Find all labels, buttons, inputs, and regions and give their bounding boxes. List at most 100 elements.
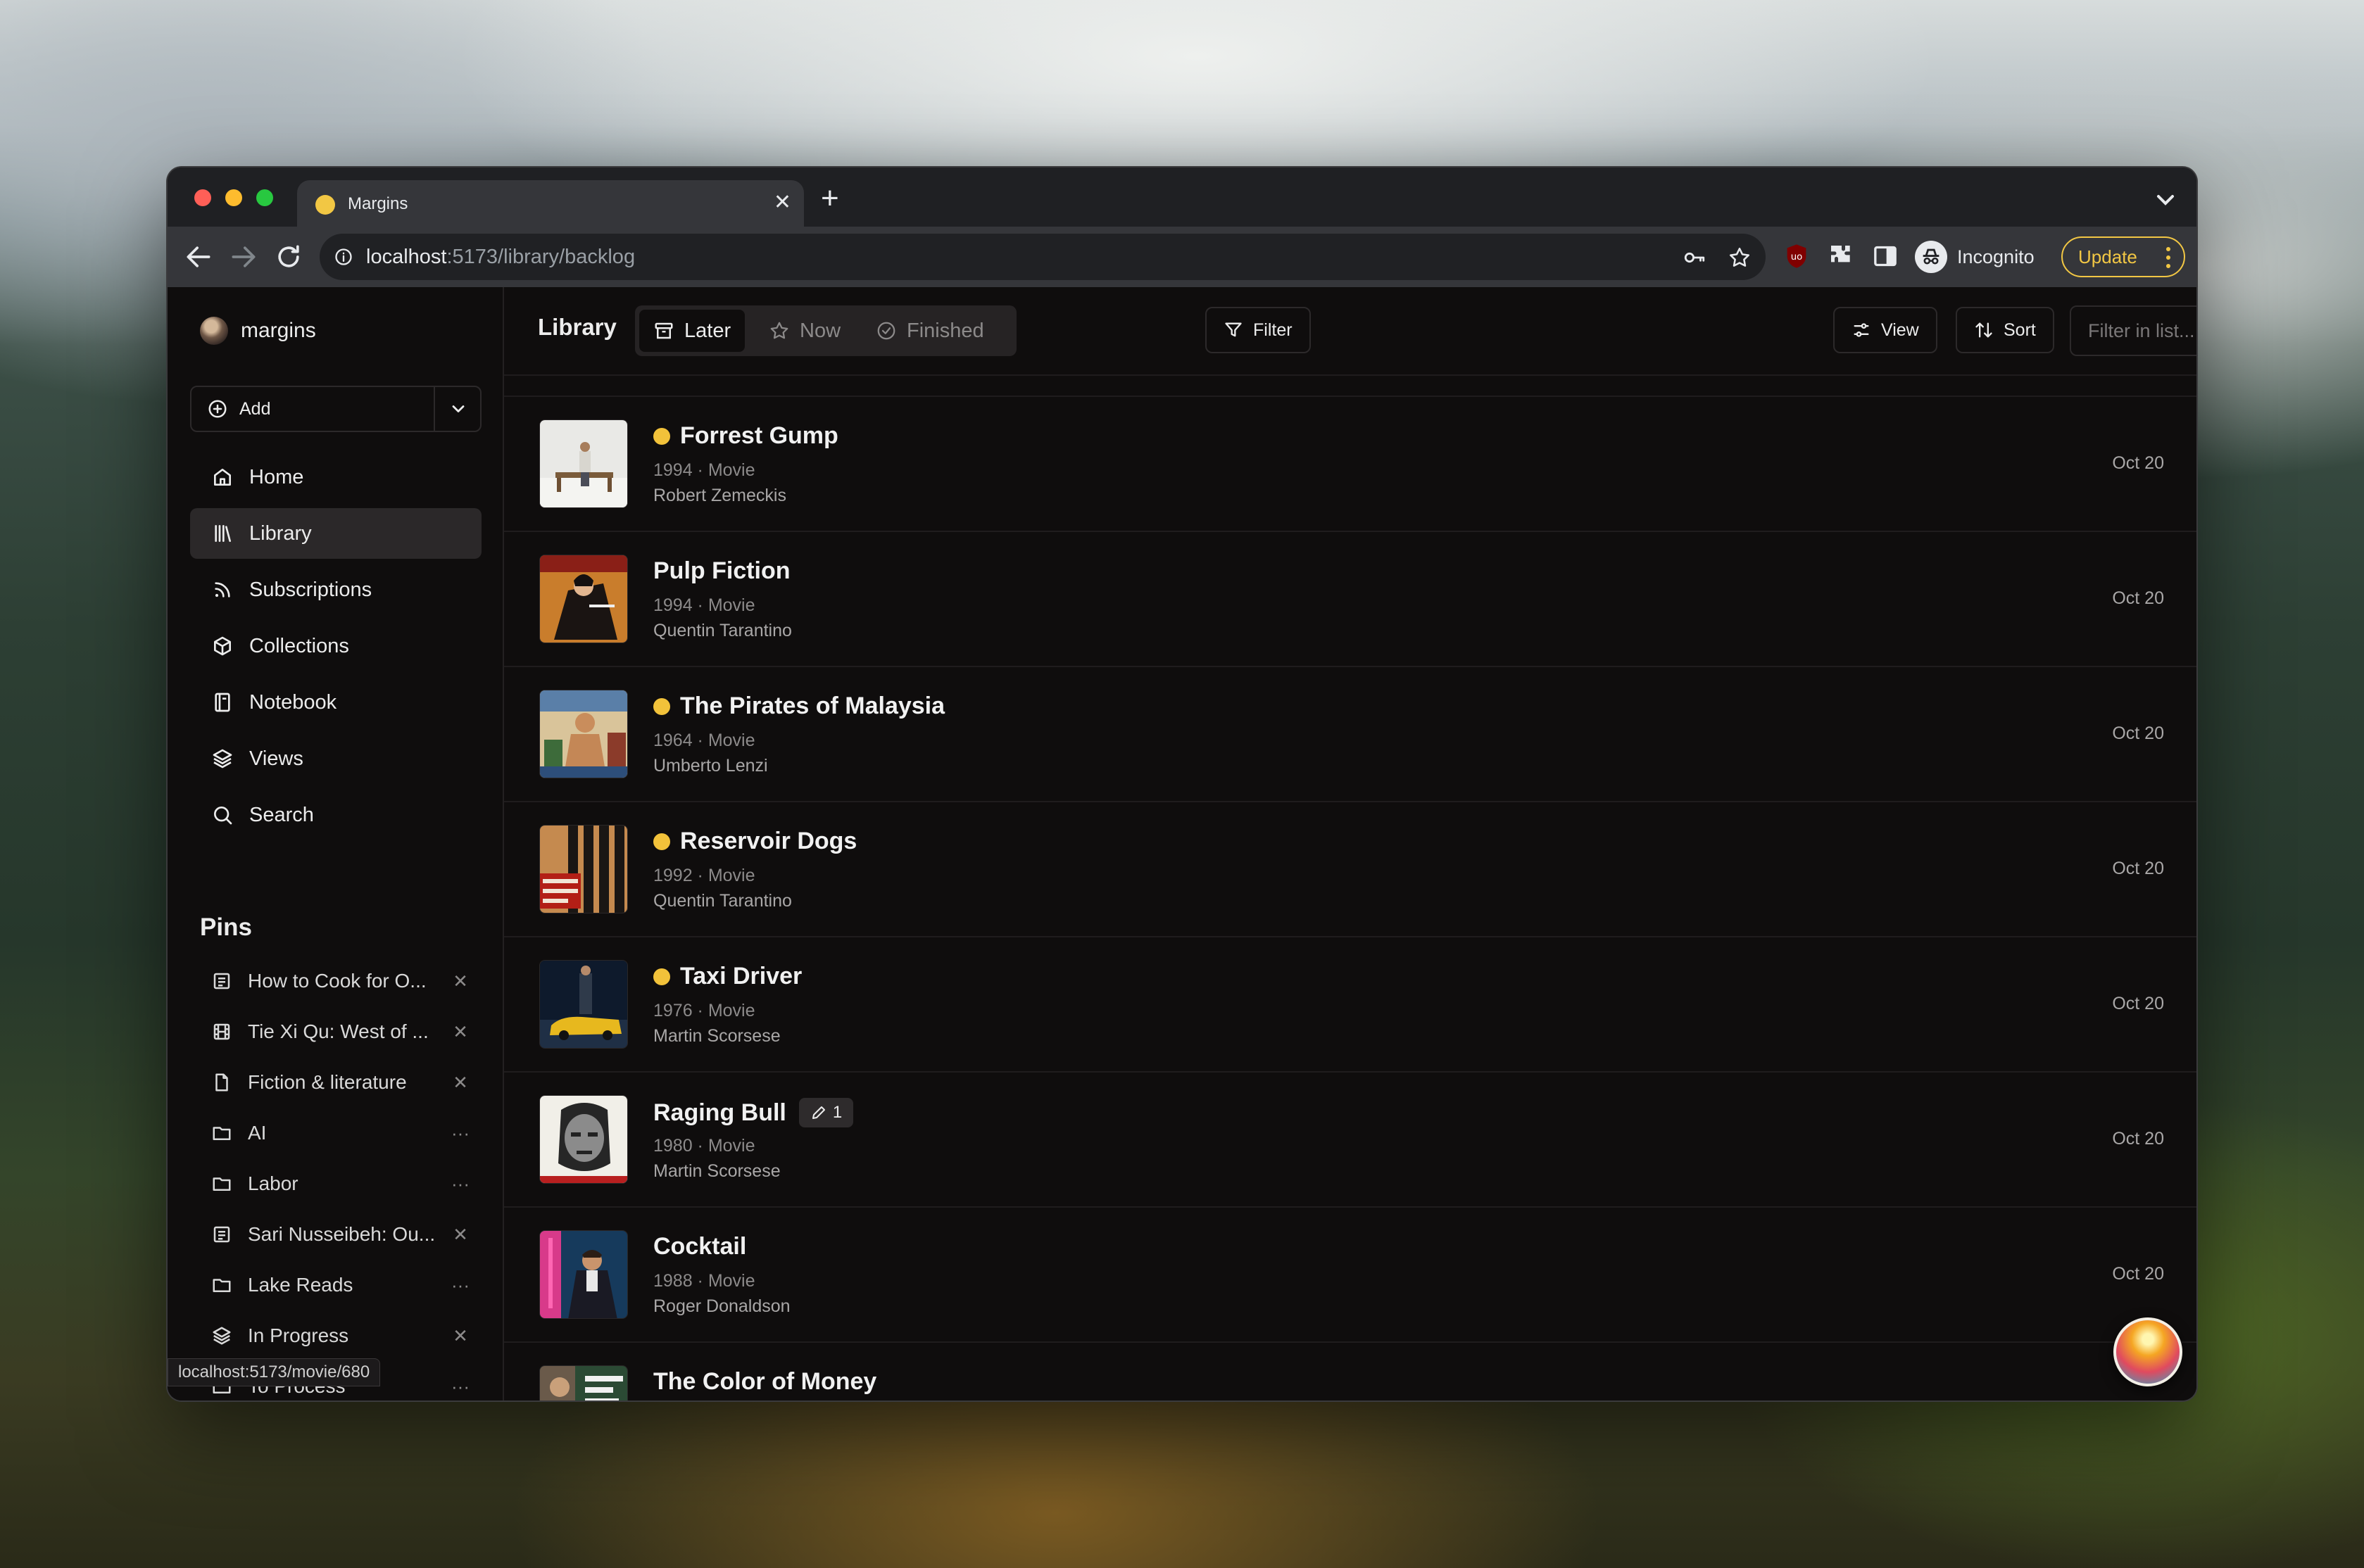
item-title[interactable]: Taxi Driver <box>680 963 802 990</box>
filter-button[interactable]: Filter <box>1205 307 1311 353</box>
pin-label: How to Cook for O... <box>248 970 427 992</box>
list-item[interactable]: The Pirates of Malaysia 1964 · Movie Umb… <box>504 667 2196 802</box>
item-title[interactable]: Pulp Fiction <box>653 557 791 585</box>
side-panel-icon[interactable] <box>1871 242 1899 270</box>
item-title-group: The Color of Money <box>653 1368 876 1396</box>
tab-finished[interactable]: Finished <box>862 310 998 352</box>
list-item[interactable]: Pulp Fiction 1994 · Movie Quentin Tarant… <box>504 532 2196 667</box>
update-button[interactable]: Update <box>2061 236 2185 277</box>
list-item[interactable]: Raging Bull 1 1980 · Movie Martin Scorse… <box>504 1073 2196 1208</box>
address-bar[interactable]: localhost:5173/library/backlog <box>320 234 1766 280</box>
item-meta: 1976 · Movie <box>653 1001 755 1020</box>
unpin-close-icon[interactable]: ✕ <box>449 1071 472 1094</box>
bookmark-star-icon[interactable] <box>1728 246 1752 270</box>
item-meta: 1980 · Movie <box>653 1136 755 1156</box>
assistant-avatar-button[interactable] <box>2113 1317 2182 1386</box>
more-horizontal-icon[interactable]: ··· <box>449 1274 472 1296</box>
item-title[interactable]: The Pirates of Malaysia <box>680 693 945 720</box>
pin-item[interactable]: Sari Nusseibeh: Ou... ✕ <box>190 1213 482 1256</box>
incognito-icon <box>1915 241 1947 273</box>
add-label: Add <box>239 398 271 419</box>
ublock-icon[interactable]: uo <box>1783 242 1811 270</box>
minimize-window-button[interactable] <box>225 189 242 206</box>
url-text: localhost:5173/library/backlog <box>366 246 636 268</box>
nav-label: Library <box>249 521 312 545</box>
library-main: Library Later Now Finished Filter View S… <box>504 287 2196 1401</box>
unpin-close-icon[interactable]: ✕ <box>449 970 472 992</box>
tab-search-chevron-icon[interactable] <box>2151 186 2180 214</box>
folder-icon <box>213 1279 231 1292</box>
site-info-icon[interactable] <box>334 247 353 267</box>
maximize-window-button[interactable] <box>256 189 273 206</box>
view-button[interactable]: View <box>1833 307 1937 353</box>
filter-list-input[interactable] <box>2070 305 2196 356</box>
browser-window: Margins ✕ + localhost:5173/library/backl… <box>168 167 2196 1401</box>
svg-text:uo: uo <box>1791 252 1803 263</box>
list-item[interactable]: Cocktail 1988 · Movie Roger Donaldson Oc… <box>504 1208 2196 1343</box>
more-horizontal-icon[interactable]: ··· <box>449 1172 472 1195</box>
item-title[interactable]: Cocktail <box>653 1233 746 1260</box>
nav-home[interactable]: Home <box>190 452 482 502</box>
tab-now[interactable]: Now <box>755 310 855 352</box>
item-meta: 1988 · Movie <box>653 1271 755 1291</box>
add-menu-button[interactable] <box>435 387 482 431</box>
key-icon[interactable] <box>1683 246 1706 270</box>
back-arrow-icon[interactable] <box>183 241 214 272</box>
view-label: View <box>1881 320 1919 340</box>
divider <box>504 374 2196 376</box>
pin-item[interactable]: Fiction & literature ✕ <box>190 1061 482 1104</box>
browser-toolbar: localhost:5173/library/backlog uo Incogn… <box>168 227 2196 287</box>
forward-arrow-icon[interactable] <box>228 241 259 272</box>
unpin-close-icon[interactable]: ✕ <box>449 1223 472 1246</box>
pin-item[interactable]: Labor ··· <box>190 1163 482 1205</box>
reload-icon[interactable] <box>273 241 304 272</box>
item-date: Oct 20 <box>2112 1129 2164 1149</box>
new-tab-button[interactable]: + <box>821 182 839 215</box>
nav-views[interactable]: Views <box>190 733 482 784</box>
tab-later[interactable]: Later <box>639 310 746 352</box>
home-icon <box>214 469 231 486</box>
list-item[interactable]: Taxi Driver 1976 · Movie Martin Scorsese… <box>504 937 2196 1073</box>
item-meta: 1964 · Movie <box>653 731 755 750</box>
list-item[interactable]: Forrest Gump 1994 · Movie Robert Zemecki… <box>504 397 2196 532</box>
pin-item[interactable]: How to Cook for O... ✕ <box>190 960 482 1002</box>
nav-subscriptions[interactable]: Subscriptions <box>190 564 482 615</box>
filter-funnel-icon <box>1225 322 1242 337</box>
item-title-group: Reservoir Dogs <box>653 828 857 855</box>
item-date: Oct 20 <box>2112 723 2164 743</box>
nav-library[interactable]: Library <box>190 508 482 559</box>
item-title[interactable]: Forrest Gump <box>680 422 838 450</box>
item-title[interactable]: The Color of Money <box>653 1368 876 1396</box>
nav-notebook[interactable]: Notebook <box>190 677 482 728</box>
more-horizontal-icon[interactable]: ··· <box>449 1375 472 1398</box>
item-title[interactable]: Reservoir Dogs <box>680 828 857 855</box>
unpin-close-icon[interactable]: ✕ <box>449 1324 472 1347</box>
item-title-group: Cocktail <box>653 1233 746 1260</box>
sort-button[interactable]: Sort <box>1956 307 2054 353</box>
list-item[interactable]: Reservoir Dogs 1992 · Movie Quentin Tara… <box>504 802 2196 937</box>
account-switcher[interactable]: margins <box>200 317 316 345</box>
nav-label: Home <box>249 465 304 488</box>
notes-count-badge[interactable]: 1 <box>798 1098 854 1127</box>
more-horizontal-icon[interactable]: ··· <box>449 1122 472 1144</box>
item-date: Oct 20 <box>2112 859 2164 878</box>
unpin-close-icon[interactable]: ✕ <box>449 1020 472 1043</box>
add-button[interactable]: Add <box>191 387 434 431</box>
pin-item[interactable]: AI ··· <box>190 1112 482 1154</box>
link-status-bubble: localhost:5173/movie/680 <box>168 1358 381 1386</box>
pin-item[interactable]: In Progress ✕ <box>190 1315 482 1357</box>
extensions-puzzle-icon[interactable] <box>1828 242 1856 270</box>
list-item[interactable]: The Color of Money <box>504 1343 2196 1401</box>
pin-item[interactable]: Tie Xi Qu: West of ... ✕ <box>190 1011 482 1053</box>
nav-search[interactable]: Search <box>190 790 482 840</box>
tab-close-icon[interactable]: ✕ <box>774 190 791 215</box>
pin-item[interactable]: Lake Reads ··· <box>190 1264 482 1306</box>
item-title-group: The Pirates of Malaysia <box>653 693 945 720</box>
incognito-profile-button[interactable]: Incognito <box>1915 235 2035 279</box>
item-date: Oct 20 <box>2112 588 2164 608</box>
nav-collections[interactable]: Collections <box>190 621 482 671</box>
library-icon <box>215 525 231 542</box>
browser-tab[interactable]: Margins ✕ <box>297 180 804 227</box>
item-title[interactable]: Raging Bull <box>653 1099 786 1127</box>
close-window-button[interactable] <box>194 189 211 206</box>
